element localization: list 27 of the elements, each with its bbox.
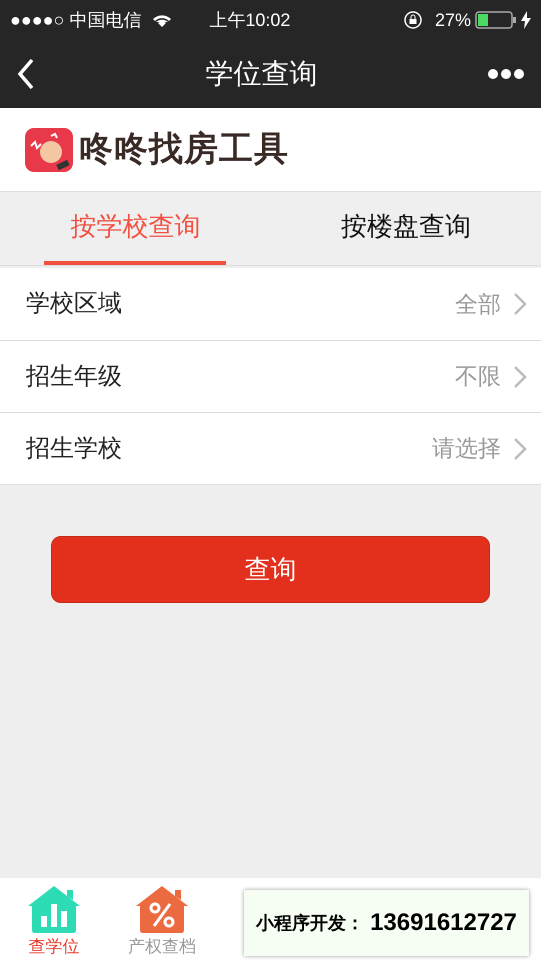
- filter-row[interactable]: 学校区域 全部: [0, 268, 541, 340]
- battery-icon: [475, 11, 517, 29]
- overlay-label: 小程序开发：: [256, 912, 364, 934]
- chevron-right-icon: [513, 292, 527, 316]
- filter-label: 招生年级: [26, 362, 122, 392]
- battery-percent: 27%: [434, 8, 471, 32]
- rotation-lock-icon: [402, 10, 423, 30]
- carrier-text: ●●●●○ 中国电信: [10, 8, 142, 32]
- filter-label: 学校区域: [26, 289, 122, 319]
- phone-number: 13691612727: [370, 908, 517, 938]
- filter-row[interactable]: 招生年级 不限: [0, 340, 541, 412]
- brand-name: 咚咚找房工具: [79, 129, 289, 170]
- charging-icon: [521, 11, 531, 29]
- more-icon[interactable]: [487, 68, 525, 80]
- time-text: 上午10:02: [209, 8, 290, 32]
- filter-row[interactable]: 招生学校 请选择: [0, 412, 541, 484]
- tab[interactable]: 按楼盘查询: [314, 192, 497, 265]
- back-icon[interactable]: [16, 58, 36, 90]
- filter-value: 全部: [455, 290, 501, 319]
- filter-value: 不限: [455, 362, 501, 392]
- chevron-right-icon: [513, 436, 527, 460]
- chevron-right-icon: [513, 364, 527, 388]
- filter-label: 招生学校: [26, 434, 122, 464]
- bottom-tab[interactable]: 查学位: [0, 878, 108, 960]
- page-title: 学位查询: [206, 57, 318, 91]
- search-button[interactable]: 查询: [51, 536, 490, 603]
- filter-value: 请选择: [432, 434, 501, 464]
